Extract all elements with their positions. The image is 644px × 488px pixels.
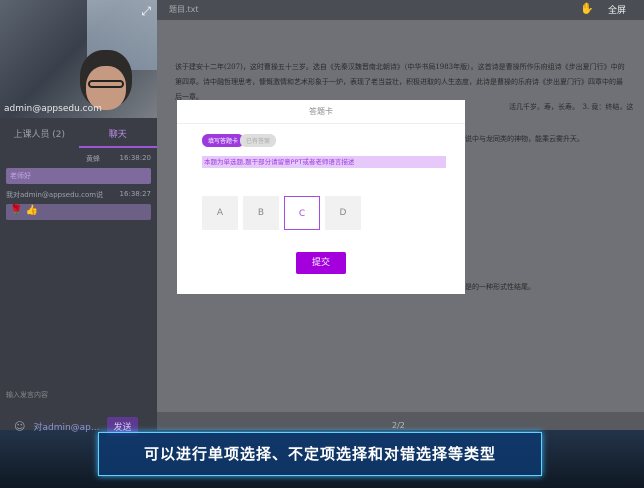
option-b[interactable]: B [243,196,279,230]
message-time: 16:38:27 [119,190,151,198]
emoji-icon[interactable]: ☺ [14,420,25,433]
document-text-fragment: 说中与龙同类的神物，能乘云雾升天。 [465,135,584,143]
message-time: 16:38:20 [119,154,151,162]
caption-text: 可以进行单项选择、不定项选择和对错选择等类型 [143,445,496,463]
option-d[interactable]: D [325,196,361,230]
document-text-fragment: 是的一种形式性结尾。 [465,283,535,291]
chat-input-area: 输入发言内容 ☺ 对admin@ap... 发送 [0,380,157,436]
existing-answer-tab[interactable]: 已有答案 [240,134,277,147]
video-email: admin@appsedu.com [4,104,102,114]
sender-name: 黄蜂 [86,155,100,163]
recipient-select[interactable]: 对admin@ap... [33,420,99,433]
expand-icon[interactable]: ⤢ [141,4,151,19]
page-number: 2/2 [392,421,405,430]
submit-button[interactable]: 提交 [296,252,346,274]
option-a[interactable]: A [202,196,238,230]
fullscreen-button[interactable]: 全屏 [608,3,626,16]
person-glasses [88,80,124,88]
fill-answer-tab[interactable]: 填写答题卡 [202,134,245,147]
hand-icon[interactable]: ✋ [580,2,594,15]
sender-name: 我对admin@appsedu.com说 [6,191,104,199]
document-text-fragment: 活几千岁。寿，长寿。 3. 竟：终结，这 [509,103,634,111]
answer-card-dialog: 答题卡 填写答题卡 已有答案 本题为单选题,题干部分请留意PPT或者老师语言描述… [177,100,465,294]
message-bubble: 老师好 [6,168,151,184]
option-c[interactable]: C [284,196,320,230]
tab-chat[interactable]: 聊天 [78,124,157,148]
teacher-video: ⤢ admin@appsedu.com [0,0,157,118]
message-header: 黄蜂 16:38:20 [0,150,157,166]
panel-tabs: 上课人员 (2) 聊天 [0,124,157,148]
message-header: 我对admin@appsedu.com说 16:38:27 [0,186,157,202]
emoji-bubble: 🌹 👍 [6,204,151,220]
dialog-title: 答题卡 [177,100,465,124]
document-toolbar: 题目.txt ✋ 全屏 [157,0,644,20]
page-bar: 2/2 [157,412,644,430]
tab-attendees[interactable]: 上课人员 (2) [0,124,79,148]
left-panel: ⤢ admin@appsedu.com 上课人员 (2) 聊天 黄蜂 16:38… [0,0,157,436]
caption-banner: 可以进行单项选择、不定项选择和对错选择等类型 [98,432,542,476]
answer-options: A B C D [202,196,366,230]
chat-input[interactable]: 输入发言内容 [0,380,157,400]
dialog-pills: 填写答题卡 已有答案 [202,134,277,147]
chat-list: 黄蜂 16:38:20 老师好 我对admin@appsedu.com说 16:… [0,150,157,222]
document-paragraph: 该于建安十二年(207)，这时曹操五十三岁。选自《先秦汉魏晋南北朝诗》（中华书局… [175,63,625,101]
document-title: 题目.txt [169,5,199,14]
question-hint: 本题为单选题,题干部分请留意PPT或者老师语言描述 [202,156,446,168]
